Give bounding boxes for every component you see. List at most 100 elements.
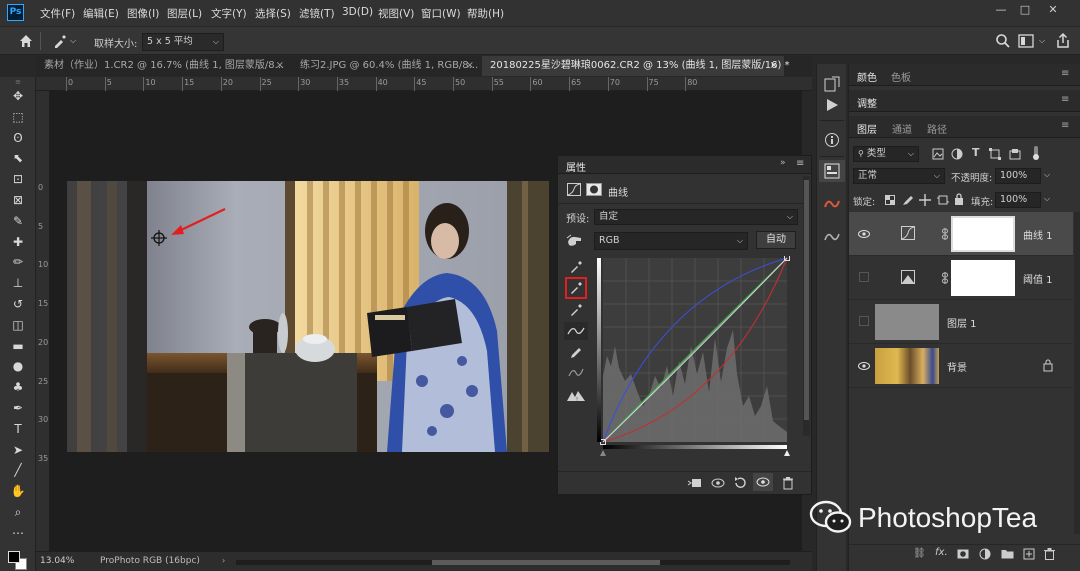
- add-mask-icon[interactable]: [957, 549, 969, 559]
- visibility-toggle[interactable]: [859, 316, 869, 326]
- lock-position-icon[interactable]: [919, 194, 931, 206]
- opacity-input[interactable]: 100%: [995, 168, 1041, 184]
- document-image[interactable]: [67, 181, 549, 452]
- panel-menu-icon[interactable]: ≡: [1061, 68, 1069, 79]
- stamp-tool-icon[interactable]: ⊥: [8, 274, 28, 292]
- scrollbar-thumb[interactable]: [804, 180, 809, 420]
- collapse-panel-icon[interactable]: »: [780, 158, 786, 168]
- close-window-button[interactable]: ✕: [1042, 3, 1064, 19]
- black-point-eyedropper-icon[interactable]: [569, 260, 583, 274]
- maximize-button[interactable]: □: [1014, 3, 1036, 19]
- layer-mask-thumbnail[interactable]: [951, 216, 1015, 252]
- clip-to-layer-icon[interactable]: [687, 477, 703, 489]
- filter-pixel-icon[interactable]: [932, 148, 944, 160]
- close-tab-icon[interactable]: ×: [466, 56, 474, 76]
- view-previous-state-icon[interactable]: [710, 477, 726, 489]
- filter-adjustment-icon[interactable]: [951, 148, 963, 160]
- menu-item[interactable]: 帮助(H): [467, 6, 504, 21]
- layer-mask-thumbnail[interactable]: [951, 260, 1015, 296]
- history-brush-icon[interactable]: ↺: [8, 295, 28, 313]
- new-adjustment-layer-icon[interactable]: [979, 548, 991, 560]
- tab-channels[interactable]: 通道: [892, 121, 912, 136]
- trash-icon[interactable]: [782, 476, 794, 490]
- menu-item[interactable]: 图像(I): [127, 6, 159, 21]
- eraser-tool-icon[interactable]: ◫: [8, 316, 28, 334]
- eyedropper-tool-icon[interactable]: ✎: [8, 212, 28, 230]
- history-icon[interactable]: [824, 76, 840, 92]
- blur-tool-icon[interactable]: ●: [8, 357, 28, 375]
- menu-item[interactable]: 3D(D): [342, 6, 373, 18]
- tab-adjustments[interactable]: 调整: [857, 95, 877, 110]
- panel-menu-icon[interactable]: ≡: [1061, 120, 1069, 131]
- lock-artboard-icon[interactable]: [937, 194, 949, 206]
- workspace-icon[interactable]: [1018, 33, 1036, 49]
- link-icon[interactable]: [941, 272, 949, 284]
- minimize-button[interactable]: —: [990, 3, 1012, 19]
- menu-item[interactable]: 滤镜(T): [299, 6, 335, 21]
- eye-icon[interactable]: [857, 227, 871, 241]
- foreground-color-swatch[interactable]: [8, 551, 20, 563]
- menu-item[interactable]: 窗口(W): [421, 6, 461, 21]
- close-tab-icon[interactable]: ×: [770, 56, 778, 76]
- menu-item[interactable]: 图层(L): [167, 6, 202, 21]
- zoom-level[interactable]: 13.04%: [40, 556, 74, 566]
- pen-tool-icon[interactable]: ✒: [8, 399, 28, 417]
- sample-size-select[interactable]: 5 x 5 平均 ⌵: [142, 33, 224, 51]
- info-icon[interactable]: [824, 132, 840, 148]
- curves-graph[interactable]: [597, 255, 791, 456]
- layer-row-curves[interactable]: 曲线 1: [849, 212, 1073, 256]
- brush-tool-icon[interactable]: ✏: [8, 253, 28, 271]
- share-icon[interactable]: [1055, 32, 1071, 50]
- tab-swatches[interactable]: 色板: [891, 69, 911, 84]
- filter-shape-icon[interactable]: [989, 148, 1001, 160]
- fill-input[interactable]: 100%: [995, 192, 1041, 208]
- white-point-eyedropper-icon[interactable]: [569, 303, 583, 317]
- lock-all-icon[interactable]: [954, 193, 964, 206]
- chevron-right-icon[interactable]: ›: [222, 556, 225, 565]
- layer-row-threshold[interactable]: 阈值 1: [849, 256, 1073, 300]
- line-tool-icon[interactable]: ╱: [8, 461, 28, 479]
- layer-name[interactable]: 背景: [947, 359, 967, 374]
- layer-name[interactable]: 曲线 1: [1023, 227, 1053, 242]
- panel-menu-icon[interactable]: ≡: [796, 158, 804, 169]
- tab-document-2[interactable]: 练习2.JPG @ 60.4% (曲线 1, RGB/8... ×: [292, 56, 480, 76]
- smooth-curve-icon[interactable]: [568, 366, 584, 380]
- menu-item[interactable]: 文字(Y): [211, 6, 247, 21]
- properties-panel-button[interactable]: [819, 160, 845, 182]
- gradient-tool-icon[interactable]: ▬: [8, 337, 28, 355]
- link-icon[interactable]: [941, 228, 949, 240]
- menu-item[interactable]: 文件(F): [40, 6, 75, 21]
- path-select-tool-icon[interactable]: ➤: [8, 441, 28, 459]
- reset-icon[interactable]: [733, 476, 747, 490]
- visibility-toggle[interactable]: [859, 272, 869, 282]
- clipping-warning-icon[interactable]: !: [566, 388, 586, 402]
- tab-document-1[interactable]: 素材（作业）1.CR2 @ 16.7% (曲线 1, 图层蒙版/8... ×: [36, 56, 290, 76]
- layer-mask-icon[interactable]: [586, 183, 602, 196]
- marquee-tool-icon[interactable]: ⬚: [8, 108, 28, 126]
- lock-transparent-pixels-icon[interactable]: [885, 195, 895, 205]
- healing-brush-icon[interactable]: ✚: [8, 233, 28, 251]
- layers-scrollbar[interactable]: [1074, 212, 1080, 534]
- more-tools-icon[interactable]: ⋯: [8, 524, 28, 542]
- layer-thumbnail[interactable]: [875, 348, 939, 384]
- filter-type-icon[interactable]: T: [972, 146, 980, 159]
- layer-row-background[interactable]: 背景: [849, 344, 1073, 388]
- target-adjust-hand-icon[interactable]: [566, 234, 584, 248]
- horizontal-scrollbar[interactable]: [236, 560, 790, 565]
- channel-select[interactable]: RGB ⌵: [594, 232, 748, 250]
- actions-play-icon[interactable]: [825, 98, 839, 112]
- lasso-tool-icon[interactable]: ʘ: [8, 129, 28, 147]
- type-tool-icon[interactable]: T: [8, 420, 28, 438]
- blend-mode-select[interactable]: 正常 ⌵: [853, 168, 945, 184]
- layer-row-layer1[interactable]: 图层 1: [849, 300, 1073, 344]
- home-icon[interactable]: [18, 33, 34, 49]
- paths-color-icon[interactable]: [823, 197, 841, 211]
- layer-filter-select[interactable]: ⚲ 类型 ⌵: [853, 146, 919, 162]
- panel-menu-icon[interactable]: ≡: [1061, 94, 1069, 105]
- quick-select-tool-icon[interactable]: ⬉: [8, 149, 28, 167]
- eye-icon[interactable]: [857, 359, 871, 373]
- link-layers-icon[interactable]: ⛓: [913, 548, 926, 559]
- delete-layer-icon[interactable]: [1044, 548, 1055, 560]
- new-group-icon[interactable]: [1001, 548, 1014, 559]
- chevron-down-icon[interactable]: ⌵: [1044, 170, 1050, 180]
